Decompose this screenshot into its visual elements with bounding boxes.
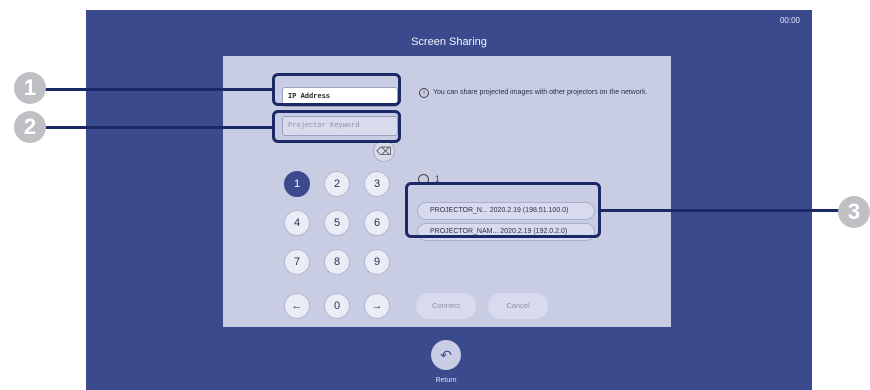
key-9[interactable]: 9: [364, 249, 390, 275]
backspace-button[interactable]: ⌫: [373, 140, 395, 162]
key-5[interactable]: 5: [324, 210, 350, 236]
info-text: You can share projected images with othe…: [433, 89, 648, 96]
callout-badge-2: 2: [14, 111, 46, 143]
key-4[interactable]: 4: [284, 210, 310, 236]
return-button[interactable]: ↶: [431, 340, 461, 370]
callout-box-keyword: [272, 110, 401, 143]
callout-badge-1: 1: [14, 72, 46, 104]
callout-line-2: [38, 126, 273, 129]
connect-button[interactable]: Connect: [416, 293, 476, 319]
callout-badge-3: 3: [838, 196, 870, 228]
key-3[interactable]: 3: [364, 171, 390, 197]
callout-box-history: [405, 182, 601, 238]
callout-line-1: [38, 88, 273, 91]
key-7[interactable]: 7: [284, 249, 310, 275]
return-label: Return: [435, 377, 457, 384]
key-0[interactable]: 0: [324, 293, 350, 319]
key-6[interactable]: 6: [364, 210, 390, 236]
key-8[interactable]: 8: [324, 249, 350, 275]
callout-box-ip: [272, 73, 401, 106]
right-arrow-key[interactable]: →: [364, 293, 390, 319]
clock: 00:00: [779, 16, 800, 25]
return-icon: ↶: [440, 347, 452, 363]
left-arrow-key[interactable]: ←: [284, 293, 310, 319]
page-title: Screen Sharing: [411, 36, 487, 48]
key-1[interactable]: 1: [284, 171, 310, 197]
info-message: i You can share projected images with oth…: [419, 88, 659, 98]
cancel-button[interactable]: Cancel: [488, 293, 548, 319]
info-icon: i: [419, 88, 429, 98]
key-2[interactable]: 2: [324, 171, 350, 197]
callout-line-3: [600, 209, 844, 212]
